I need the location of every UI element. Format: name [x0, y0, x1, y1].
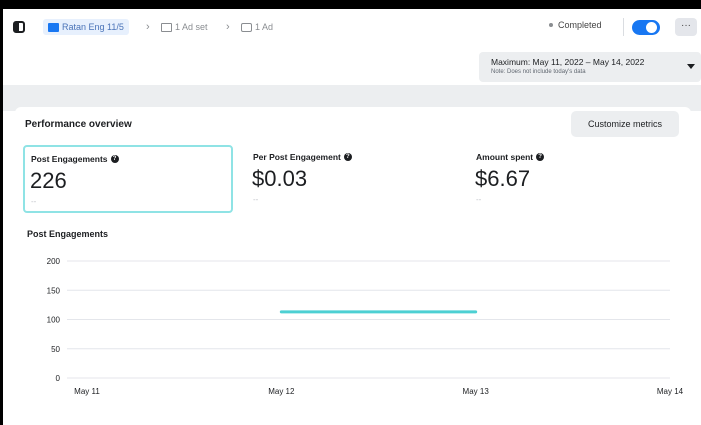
more-options-button[interactable]: ··· [675, 18, 697, 36]
ad-preview-panel: Ratan Eng 11/5 › 1 Ad set › 1 Ad Complet… [3, 9, 701, 425]
toggle-knob [646, 22, 657, 33]
metric-comparison: -- [31, 197, 37, 206]
metric-value: $0.03 [252, 166, 308, 191]
adset-icon [161, 22, 172, 32]
metric-post-engagements[interactable]: Post Engagements ? 226 -- [23, 145, 233, 213]
info-icon[interactable]: ? [343, 153, 352, 161]
divider [623, 18, 624, 36]
y-tick-label: 0 [56, 374, 61, 383]
info-icon[interactable]: ? [110, 155, 119, 163]
sidebar-toggle-icon[interactable] [13, 21, 25, 33]
y-tick-label: 200 [47, 257, 61, 266]
y-tick-label: 100 [47, 316, 61, 325]
x-tick-label: May 13 [463, 387, 490, 396]
metric-label: Per Post Engagement ? [253, 152, 352, 162]
metric-comparison: -- [476, 195, 482, 204]
y-tick-label: 150 [47, 286, 61, 295]
breadcrumb-ad-label: 1 Ad [255, 22, 274, 32]
chart-title: Post Engagements [27, 229, 109, 239]
x-tick-label: May 11 [74, 387, 100, 396]
top-bar: Ratan Eng 11/5 › 1 Ad set › 1 Ad Complet… [3, 9, 701, 45]
ad-icon [241, 22, 252, 32]
breadcrumb-adset[interactable]: 1 Ad set [161, 19, 208, 35]
x-tick-label: May 12 [268, 387, 295, 396]
status-label: Completed [558, 20, 602, 30]
metric-value: 226 [30, 168, 67, 193]
chevron-right-icon: › [226, 21, 230, 33]
breadcrumb-campaign[interactable]: Ratan Eng 11/5 [43, 19, 129, 35]
metric-label-text: Post Engagements [31, 154, 108, 164]
date-range-label: Maximum: May 11, 2022 – May 14, 2022 [491, 57, 645, 67]
status-dot-icon [549, 23, 553, 27]
metric-amount-spent[interactable]: Amount spent ? $6.67 -- [470, 145, 680, 213]
performance-overview-card: Performance overview Customize metrics P… [15, 107, 691, 425]
metric-comparison: -- [253, 195, 259, 204]
chevron-right-icon: › [146, 21, 150, 33]
card-title: Performance overview [25, 119, 132, 130]
date-range-selector[interactable]: Maximum: May 11, 2022 – May 14, 2022 Not… [479, 52, 701, 82]
y-tick-label: 50 [51, 345, 60, 354]
date-range-note: Note: Does not include today's data [491, 69, 586, 75]
metric-label: Post Engagements ? [31, 154, 119, 164]
metric-per-post-engagement[interactable]: Per Post Engagement ? $0.03 -- [247, 145, 457, 213]
breadcrumb-campaign-label: Ratan Eng 11/5 [62, 22, 124, 32]
post-engagements-chart: 200 150 100 50 0 May 11 May 12 May 13 May 14 [47, 257, 684, 396]
customize-metrics-button[interactable]: Customize metrics [571, 111, 679, 137]
breadcrumb-adset-label: 1 Ad set [175, 22, 208, 32]
metric-label: Amount spent ? [476, 152, 545, 162]
breadcrumb-ad[interactable]: 1 Ad [241, 19, 273, 35]
delivery-toggle[interactable] [632, 20, 660, 35]
status-indicator: Completed [549, 20, 602, 30]
metric-label-text: Amount spent [476, 152, 534, 162]
metric-label-text: Per Post Engagement [253, 152, 341, 162]
metric-value: $6.67 [475, 166, 531, 191]
info-icon[interactable]: ? [536, 153, 545, 161]
folder-icon [48, 22, 59, 32]
x-tick-label: May 14 [657, 387, 684, 396]
caret-down-icon [687, 64, 695, 69]
